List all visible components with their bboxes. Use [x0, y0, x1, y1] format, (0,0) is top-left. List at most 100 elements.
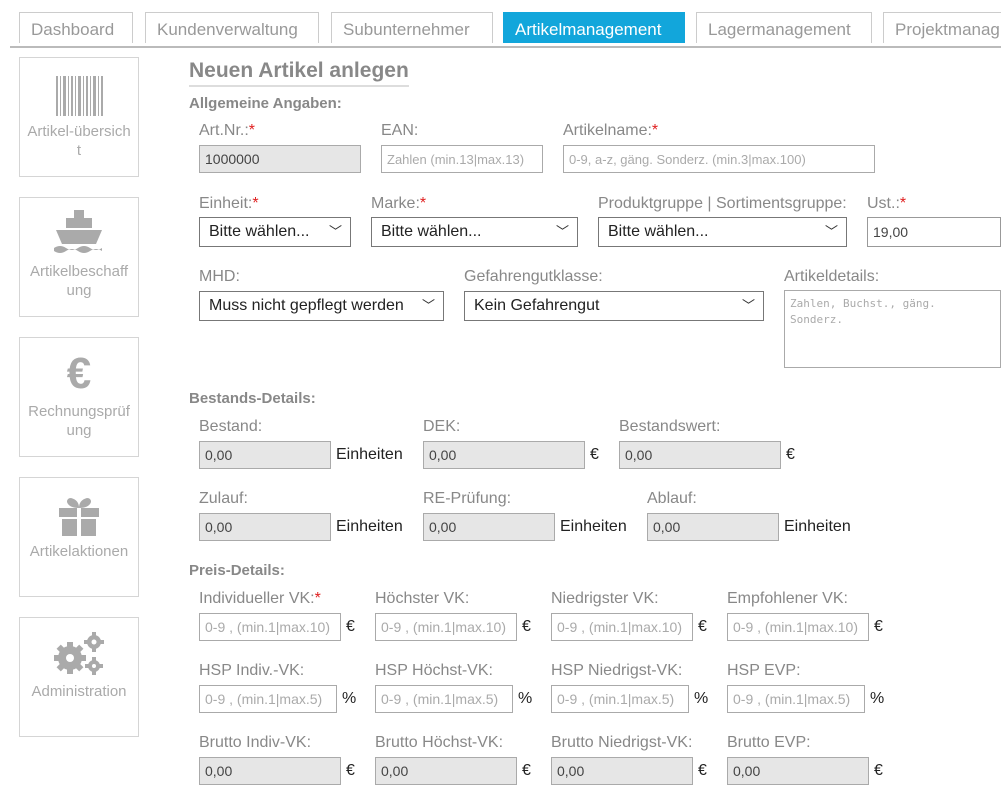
niedrigst-vk-unit: €	[698, 618, 707, 635]
ablauf-label: Ablauf:	[647, 490, 697, 507]
gears-icon	[20, 618, 138, 682]
re-pruefung-label: RE-Prüfung:	[423, 490, 512, 507]
sidebar-item-label: Artikel-übersicht	[27, 123, 131, 159]
article-name-field[interactable]	[563, 145, 875, 173]
hsp-niedrigst-label: HSP Niedrigst-VK:	[551, 662, 683, 679]
produktgruppe-label: Produktgruppe | Sortimentsgruppe:	[598, 195, 847, 212]
dek-label: DEK:	[423, 418, 461, 435]
hsp-evp-unit: %	[870, 690, 885, 707]
brutto-hoechst-label: Brutto Höchst-VK:	[375, 734, 504, 751]
brutto-evp-field[interactable]	[727, 757, 869, 785]
artikeldetails-textarea[interactable]	[784, 290, 1001, 368]
required-marker: *	[651, 122, 659, 139]
tab-dashboard[interactable]: Dashboard	[19, 12, 133, 43]
mhd-label: MHD:	[199, 268, 240, 285]
section-stock-heading: Bestands-Details:	[189, 390, 316, 407]
chevron-down-icon: ﹀	[555, 224, 569, 239]
hsp-evp-field[interactable]	[727, 685, 865, 713]
art-nr-field[interactable]	[199, 145, 361, 173]
hsp-indiv-field[interactable]	[199, 685, 337, 713]
sidebar-item-label: Artikelaktionen	[29, 543, 129, 560]
brutto-niedrigst-unit: €	[698, 762, 707, 779]
sidebar-item-artikelaktionen[interactable]: Artikelaktionen	[19, 477, 139, 597]
brutto-hoechst-field[interactable]	[375, 757, 517, 785]
brutto-niedrigst-field[interactable]	[551, 757, 693, 785]
chevron-down-icon: ﹀	[328, 224, 342, 239]
ean-field[interactable]	[381, 145, 543, 173]
art-nr-label: Art.Nr.:*	[199, 122, 256, 139]
empfohlen-vk-field[interactable]	[727, 613, 869, 641]
bestandswert-label: Bestandswert:	[619, 418, 721, 435]
euro-icon: €	[66, 349, 92, 398]
sidebar-item-artikelbeschaffung[interactable]: Artikelbeschaffung	[19, 197, 139, 317]
mhd-select[interactable]: Muss nicht gepflegt werden ﹀	[199, 291, 444, 321]
brutto-evp-unit: €	[874, 762, 883, 779]
hsp-indiv-unit: %	[342, 690, 357, 707]
page-title: Neuen Artikel anlegen	[189, 59, 409, 87]
sidebar-item-rechnungspruefung[interactable]: € Rechnungsprüfung	[19, 337, 139, 457]
marke-select[interactable]: Bitte wählen... ﹀	[371, 217, 578, 247]
bestandswert-field[interactable]	[619, 441, 781, 469]
zulauf-field[interactable]	[199, 513, 331, 541]
chevron-down-icon: ﹀	[824, 224, 838, 239]
ust-label: Ust.:*	[867, 195, 907, 212]
required-marker: *	[248, 122, 256, 139]
bestand-field[interactable]	[199, 441, 331, 469]
empfohlen-vk-unit: €	[874, 618, 883, 635]
bestandswert-unit: €	[786, 446, 795, 463]
ust-field[interactable]	[867, 217, 1001, 247]
hsp-indiv-label: HSP Indiv.-VK:	[199, 662, 305, 679]
required-marker: *	[252, 195, 259, 212]
brutto-hoechst-unit: €	[522, 762, 531, 779]
section-general-heading: Allgemeine Angaben:	[189, 95, 342, 112]
hsp-niedrigst-field[interactable]	[551, 685, 689, 713]
name-label: Artikelname:*	[563, 122, 659, 139]
ean-label: EAN:	[381, 122, 419, 139]
dek-field[interactable]	[423, 441, 585, 469]
hsp-niedrigst-unit: %	[694, 690, 709, 707]
re-pruefung-field[interactable]	[423, 513, 555, 541]
ship-icon	[20, 198, 138, 262]
sidebar-item-label: Rechnungsprüfung	[28, 403, 130, 439]
ablauf-unit: Einheiten	[784, 518, 851, 535]
gefahrengut-label: Gefahrengutklasse:	[464, 268, 603, 285]
section-price-heading: Preis-Details:	[189, 562, 285, 579]
bestand-label: Bestand:	[199, 418, 263, 435]
brutto-indiv-field[interactable]	[199, 757, 341, 785]
hsp-hoechst-label: HSP Höchst-VK:	[375, 662, 493, 679]
article-form: Neuen Artikel anlegen Allgemeine Angaben…	[189, 0, 1001, 785]
sidebar-item-label: Artikelbeschaffung	[29, 263, 129, 299]
dek-unit: €	[590, 446, 599, 463]
barcode-icon	[20, 58, 138, 122]
indiv-vk-field[interactable]	[199, 613, 341, 641]
empfohlen-vk-label: Empfohlener VK:	[727, 590, 848, 607]
ablauf-field[interactable]	[647, 513, 779, 541]
bestand-unit: Einheiten	[336, 446, 403, 463]
gift-icon	[20, 478, 138, 542]
brutto-niedrigst-label: Brutto Niedrigst-VK:	[551, 734, 693, 751]
hoechst-vk-field[interactable]	[375, 613, 517, 641]
required-marker: *	[314, 590, 321, 607]
required-marker: *	[899, 195, 907, 212]
sidebar-item-label: Administration	[31, 683, 127, 700]
chevron-down-icon: ﹀	[741, 298, 755, 313]
required-marker: *	[419, 195, 427, 212]
einheit-label: Einheit:*	[199, 195, 259, 212]
zulauf-unit: Einheiten	[336, 518, 403, 535]
gefahrengut-select[interactable]: Kein Gefahrengut ﹀	[464, 291, 764, 321]
sidebar-item-administration[interactable]: Administration	[19, 617, 139, 737]
chevron-down-icon: ﹀	[421, 298, 435, 313]
indiv-vk-unit: €	[346, 618, 355, 635]
hsp-hoechst-unit: %	[518, 690, 533, 707]
hoechst-vk-unit: €	[522, 618, 531, 635]
brutto-indiv-label: Brutto Indiv-VK:	[199, 734, 312, 751]
produktgruppe-select[interactable]: Bitte wählen... ﹀	[598, 217, 847, 247]
brutto-evp-label: Brutto EVP:	[727, 734, 811, 751]
niedrigst-vk-field[interactable]	[551, 613, 693, 641]
einheit-select[interactable]: Bitte wählen... ﹀	[199, 217, 351, 247]
indiv-vk-label: Individueller VK:*	[199, 590, 321, 607]
brutto-indiv-unit: €	[346, 762, 355, 779]
sidebar-item-artikeluebersicht[interactable]: Artikel-übersicht	[19, 57, 139, 177]
hsp-hoechst-field[interactable]	[375, 685, 513, 713]
niedrigst-vk-label: Niedrigster VK:	[551, 590, 659, 607]
